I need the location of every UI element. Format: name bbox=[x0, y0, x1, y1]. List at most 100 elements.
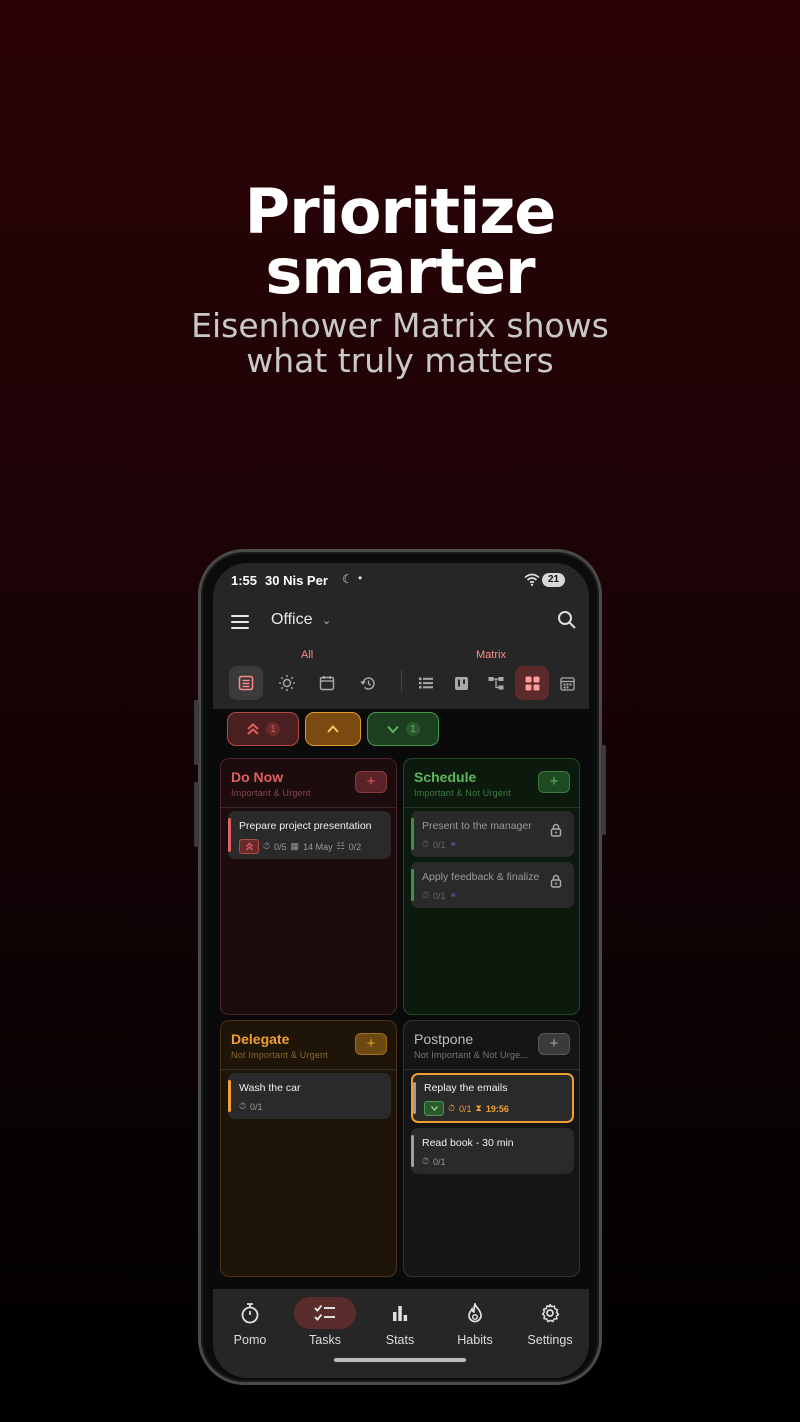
status-date: 30 Nis Per bbox=[265, 573, 328, 588]
quadrant-subtitle: Important & Urgent bbox=[231, 788, 311, 798]
chevron-down-icon[interactable]: ⌄ bbox=[322, 614, 331, 627]
sun-icon bbox=[279, 675, 295, 691]
low-filter-chip[interactable]: 1 bbox=[367, 712, 439, 746]
add-task-button[interactable]: + bbox=[538, 1033, 570, 1055]
nav-stats[interactable]: Stats bbox=[363, 1297, 437, 1347]
list-view-button[interactable] bbox=[409, 666, 443, 700]
matrix-view-button[interactable] bbox=[515, 666, 549, 700]
subtasks-icon: ☷ bbox=[336, 841, 345, 851]
task-card[interactable]: Present to the manager ⏱ 0/1 ⚭ bbox=[411, 811, 574, 857]
task-pomo: 0/5 bbox=[274, 841, 287, 852]
task-subtasks: 0/2 bbox=[348, 841, 362, 852]
nav-label: Habits bbox=[457, 1333, 493, 1347]
quadrant-title: Do Now bbox=[231, 769, 284, 785]
matrix-content: 1 1 Do Now Important & Urgent + Prepare … bbox=[213, 709, 589, 1289]
quadrant-subtitle: Important & Not Urgent bbox=[414, 788, 511, 798]
task-card[interactable]: Read book - 30 min ⏱ 0/1 bbox=[411, 1128, 574, 1174]
task-name: Wash the car bbox=[239, 1082, 301, 1094]
task-meta: ⏱ 0/5 ▦ 14 May ☷ 0/2 bbox=[239, 839, 361, 854]
checklist-icon bbox=[294, 1297, 356, 1329]
calendar-icon: ▦ bbox=[290, 841, 300, 851]
hero-subtitle-line2: what truly matters bbox=[246, 341, 554, 380]
search-icon[interactable] bbox=[557, 610, 577, 630]
calendar-icon bbox=[319, 676, 335, 691]
calendar-view-button[interactable] bbox=[310, 666, 344, 700]
quadrant-title: Delegate bbox=[231, 1031, 290, 1047]
task-pomo: 0/1 bbox=[250, 1101, 263, 1112]
phone-screen: 1:55 30 Nis Per ☾ • 21 Office ⌄ All Matr… bbox=[213, 563, 589, 1378]
task-name: Read book - 30 min bbox=[422, 1137, 514, 1149]
stopwatch-icon: ⏱ bbox=[422, 839, 430, 849]
nav-label: Pomo bbox=[233, 1333, 267, 1347]
bar-chart-icon bbox=[369, 1297, 431, 1329]
add-task-button[interactable]: + bbox=[538, 771, 570, 793]
quadrant-subtitle: Not Important & Not Urge... bbox=[414, 1050, 529, 1060]
quadrant-header: Postpone Not Important & Not Urge... + bbox=[404, 1021, 579, 1070]
menu-icon[interactable] bbox=[231, 615, 249, 629]
task-list-icon bbox=[238, 675, 254, 691]
dot-icon: • bbox=[358, 571, 363, 585]
priority-bar bbox=[228, 1080, 231, 1112]
tree-view-button[interactable] bbox=[479, 666, 513, 700]
status-time: 1:55 bbox=[231, 573, 258, 588]
task-card[interactable]: Apply feedback & finalize ⏱ 0/1 ⚭ bbox=[411, 862, 574, 908]
task-card-active[interactable]: Replay the emails ⏱ 0/1 ⧗ 19:56 bbox=[411, 1073, 574, 1123]
quadrant-title: Schedule bbox=[414, 769, 477, 785]
month-view-button[interactable] bbox=[550, 666, 584, 700]
task-name: Apply feedback & finalize bbox=[422, 871, 540, 883]
task-pomo: 0/1 bbox=[433, 890, 446, 901]
nav-label: Tasks bbox=[309, 1333, 341, 1347]
nav-habits[interactable]: Habits bbox=[438, 1297, 512, 1347]
all-tasks-view-button[interactable] bbox=[229, 666, 263, 700]
quadrant-header: Do Now Important & Urgent + bbox=[221, 759, 396, 808]
double-chevron-up-icon bbox=[247, 723, 259, 735]
grid-icon bbox=[525, 676, 539, 690]
dependency-icon: ⚭ bbox=[449, 890, 458, 900]
nav-tasks[interactable]: Tasks bbox=[288, 1297, 362, 1347]
view-group-matrix-label: Matrix bbox=[476, 649, 506, 661]
task-card[interactable]: Wash the car ⏱ 0/1 bbox=[228, 1073, 391, 1119]
task-meta: ⏱ 0/1 ⧗ 19:56 bbox=[424, 1101, 509, 1116]
task-pomo: 0/1 bbox=[433, 1156, 446, 1167]
history-view-button[interactable] bbox=[351, 666, 385, 700]
nav-pomo[interactable]: Pomo bbox=[213, 1297, 287, 1347]
nav-settings[interactable]: Settings bbox=[513, 1297, 587, 1347]
task-name: Present to the manager bbox=[422, 820, 532, 832]
add-task-button[interactable]: + bbox=[355, 771, 387, 793]
high-filter-chip[interactable] bbox=[305, 712, 361, 746]
chevron-up-icon bbox=[327, 725, 339, 733]
list-icon bbox=[419, 677, 433, 689]
quadrant-do-now: Do Now Important & Urgent + Prepare proj… bbox=[220, 758, 397, 1015]
quadrant-title: Postpone bbox=[414, 1031, 474, 1047]
dependency-icon: ⚭ bbox=[449, 839, 458, 849]
list-selector[interactable]: Office bbox=[271, 611, 313, 629]
battery-badge: 21 bbox=[542, 573, 565, 587]
task-date: 14 May bbox=[303, 841, 333, 852]
add-task-button[interactable]: + bbox=[355, 1033, 387, 1055]
today-view-button[interactable] bbox=[270, 666, 304, 700]
stopwatch-icon: ⏱ bbox=[422, 890, 430, 900]
quadrant-schedule: Schedule Important & Not Urgent + Presen… bbox=[403, 758, 580, 1015]
low-priority-icon bbox=[424, 1101, 444, 1116]
hero-title: Prioritize smarter bbox=[0, 175, 800, 308]
view-group-all-label: All bbox=[301, 649, 314, 661]
hero-title-line2: smarter bbox=[265, 235, 535, 308]
kanban-view-button[interactable] bbox=[444, 666, 478, 700]
task-name: Prepare project presentation bbox=[239, 820, 372, 832]
hourglass-icon: ⧗ bbox=[475, 1103, 482, 1113]
hero-title-line1: Prioritize bbox=[244, 175, 557, 248]
month-calendar-icon bbox=[559, 676, 575, 691]
kanban-icon bbox=[454, 676, 468, 690]
app-bar: Office ⌄ All Matrix bbox=[213, 599, 589, 709]
volume-button bbox=[194, 700, 199, 765]
task-card[interactable]: Prepare project presentation ⏱ 0/5 ▦ 14 Ma… bbox=[228, 811, 391, 859]
flame-icon bbox=[444, 1297, 506, 1329]
status-bar: 1:55 30 Nis Per ☾ • 21 bbox=[213, 563, 589, 599]
quadrant-subtitle: Not Important & Urgent bbox=[231, 1050, 328, 1060]
history-icon bbox=[359, 676, 375, 690]
home-indicator bbox=[334, 1358, 466, 1362]
urgent-filter-chip[interactable]: 1 bbox=[227, 712, 299, 746]
stopwatch-icon bbox=[219, 1297, 281, 1329]
task-meta: ⏱ 0/1 bbox=[422, 1156, 446, 1167]
priority-bar bbox=[411, 1135, 414, 1167]
